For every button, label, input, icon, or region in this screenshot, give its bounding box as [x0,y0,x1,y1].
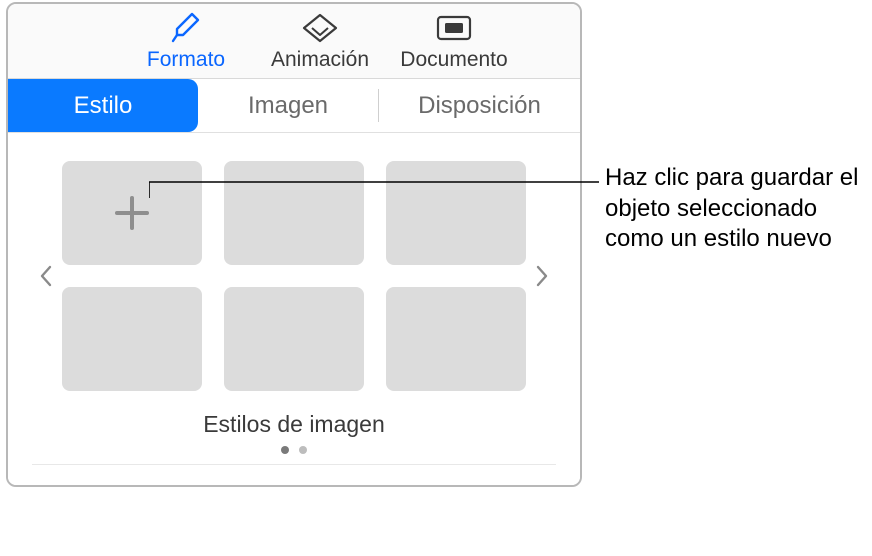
plus-icon [109,190,155,236]
image-styles-section: Estilos de imagen [8,133,580,485]
toolbar-item-format[interactable]: Formato [126,10,246,72]
styles-grid [62,161,526,391]
tab-style[interactable]: Estilo [8,79,198,132]
toolbar-label-animation: Animación [271,48,369,72]
styles-row [16,161,572,391]
toolbar-label-document: Documento [400,48,507,72]
document-slide-icon [432,10,476,46]
inspector-tabs: Estilo Imagen Disposición [8,79,580,133]
pager-dot[interactable] [299,446,307,454]
tab-image[interactable]: Imagen [198,79,378,132]
animation-diamond-icon [298,10,342,46]
tab-arrange[interactable]: Disposición [379,79,580,132]
toolbar-item-document[interactable]: Documento [394,10,514,72]
style-swatch[interactable] [386,287,526,391]
inspector-panel: Formato Animación Documento Estilo [6,2,582,487]
toolbar-item-animation[interactable]: Animación [260,10,380,72]
separator [32,464,556,465]
pager-dot-active[interactable] [281,446,289,454]
add-style-button[interactable] [62,161,202,265]
styles-next-arrow[interactable] [526,166,558,386]
tab-arrange-label: Disposición [418,92,541,120]
tab-style-label: Estilo [74,92,133,120]
callout-text: Haz clic para guardar el objeto seleccio… [605,163,860,255]
tab-image-label: Imagen [248,92,328,120]
styles-prev-arrow[interactable] [30,166,62,386]
toolbar: Formato Animación Documento [8,4,580,79]
toolbar-label-format: Formato [147,48,225,72]
style-swatch[interactable] [386,161,526,265]
styles-pager [16,446,572,454]
style-swatch[interactable] [224,287,364,391]
format-brush-icon [167,10,205,46]
styles-caption: Estilos de imagen [16,411,572,438]
style-swatch[interactable] [224,161,364,265]
style-swatch[interactable] [62,287,202,391]
